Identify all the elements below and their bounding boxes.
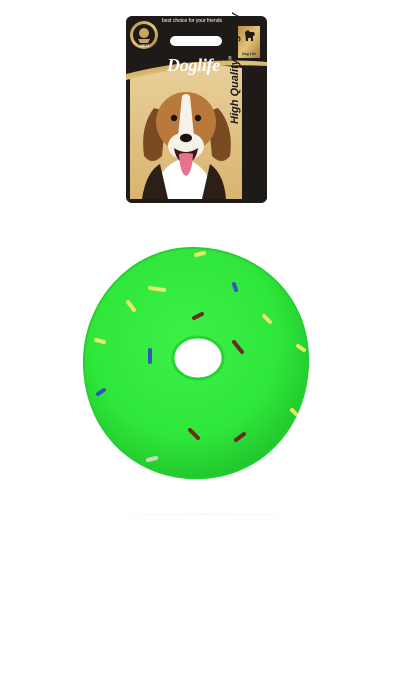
- corner-label: Dog Life: [242, 52, 256, 56]
- badge-label: BEST: [140, 44, 150, 48]
- donut-toy-art: [82, 246, 310, 480]
- donut-toy: [80, 244, 312, 482]
- card-side-text: High Quality Dog Toy: [229, 12, 241, 124]
- brand-logo: Doglife: [167, 55, 220, 75]
- product-page: best choice for your friends BEST Dog Li…: [0, 0, 420, 700]
- floor-shadow: [60, 514, 350, 515]
- hang-hole-icon: [170, 36, 222, 46]
- packaging-card: best choice for your friends BEST Dog Li…: [126, 12, 267, 203]
